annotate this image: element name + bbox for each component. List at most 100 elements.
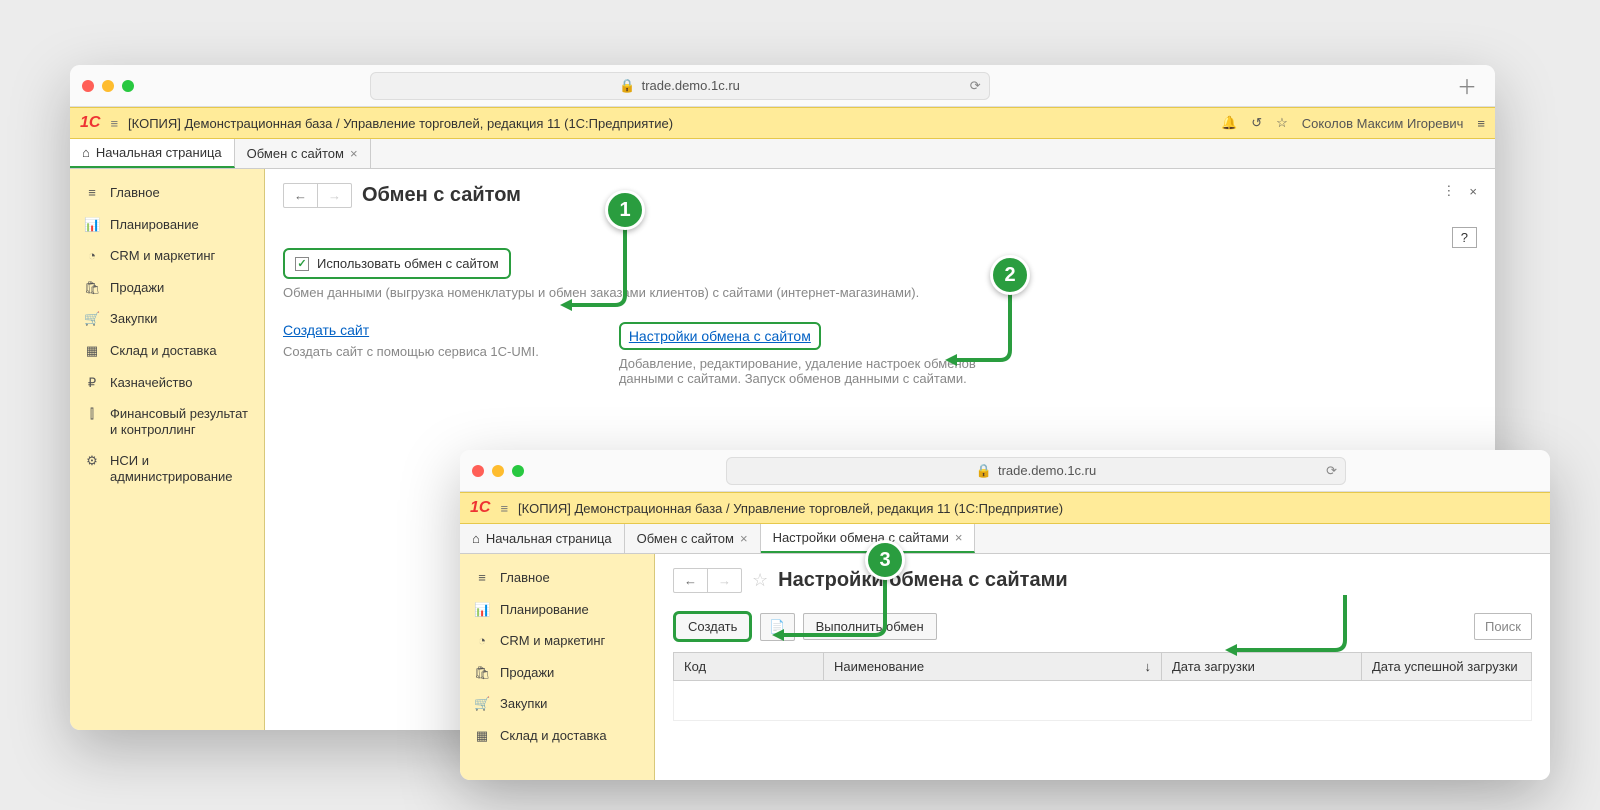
cart-icon: 🛒 — [474, 696, 490, 712]
tab-exchange-settings-label: Настройки обмена с сайтами — [773, 530, 949, 545]
url-text: trade.demo.1c.ru — [642, 78, 740, 93]
bag-icon: 🛍 — [84, 280, 100, 296]
sidebar-item-label: Казначейство — [110, 375, 192, 391]
col-success-date[interactable]: Дата успешной загрузки — [1361, 653, 1531, 680]
tab-home-label: Начальная страница — [486, 531, 612, 546]
sidebar-item-label: CRM и маркетинг — [500, 633, 605, 649]
more-icon[interactable]: ⋮ — [1442, 183, 1455, 199]
sidebar-item-purchase[interactable]: 🛒 Закупки — [70, 303, 264, 335]
sidebar-item-label: НСИ и администрирование — [110, 453, 250, 484]
bag-icon: 🛍 — [474, 665, 490, 681]
tab-home[interactable]: ⌂ Начальная страница — [70, 139, 235, 168]
tab-home-label: Начальная страница — [96, 145, 222, 160]
close-icon[interactable]: × — [740, 531, 748, 546]
pie-icon: ◔ — [84, 248, 100, 264]
help-button[interactable]: ? — [1452, 227, 1477, 248]
sidebar-item-finance[interactable]: ⫿Финансовый результат и контроллинг — [70, 398, 264, 445]
callout-arrow-1 — [560, 215, 700, 345]
tab-exchange[interactable]: Обмен с сайтом × — [625, 524, 761, 553]
url-bar[interactable]: 🔒 trade.demo.1c.ru ⟳ — [726, 457, 1346, 485]
sidebar: ≡Главное 📊Планирование ◔CRM и маркетинг … — [460, 554, 655, 780]
ruble-icon: ₽ — [84, 375, 100, 391]
checkbox-description: Обмен данными (выгрузка номенклатуры и о… — [283, 285, 1477, 300]
sidebar-item-sales[interactable]: 🛍Продажи — [70, 272, 264, 304]
sidebar-item-planning[interactable]: 📊 Планирование — [460, 594, 654, 626]
sidebar-item-warehouse[interactable]: ▦Склад и доставка — [70, 335, 264, 367]
lock-icon: 🔒 — [976, 463, 992, 479]
sidebar-item-main[interactable]: ≡ Главное — [70, 177, 264, 209]
close-dot[interactable] — [82, 80, 94, 92]
close-icon[interactable]: × — [955, 530, 963, 545]
gear-icon: ⚙ — [84, 453, 100, 469]
sidebar-item-label: Закупки — [500, 696, 547, 712]
tab-home[interactable]: ⌂ Начальная страница — [460, 524, 625, 553]
callout-badge-1: 1 — [605, 190, 645, 230]
callout-arrow-3-real — [1205, 580, 1355, 670]
sidebar-item-label: Главное — [110, 185, 160, 201]
sidebar-item-label: Склад и доставка — [110, 343, 217, 359]
y — [1200, 580, 1201, 581]
use-exchange-checkbox-row[interactable]: ✓ Использовать обмен с сайтом — [283, 248, 511, 279]
home-icon: ⌂ — [472, 531, 480, 546]
sort-icon: ↓ — [1145, 659, 1152, 674]
sidebar-item-label: Склад и доставка — [500, 728, 607, 744]
star-icon[interactable]: ☆ — [1276, 115, 1288, 131]
forward-icon[interactable]: → — [707, 569, 741, 592]
sidebar-item-label: Главное — [500, 570, 550, 586]
maximize-dot[interactable] — [122, 80, 134, 92]
menu-icon[interactable]: ≡ — [110, 116, 118, 131]
nav-buttons[interactable]: ← → — [283, 183, 352, 208]
sidebar-item-warehouse[interactable]: ▦Склад и доставка — [460, 720, 654, 752]
new-tab-button[interactable]: ＋ — [1451, 71, 1483, 100]
search-input[interactable]: Поиск — [1474, 613, 1532, 640]
sidebar-item-label: Продажи — [500, 665, 554, 681]
sidebar-item-main[interactable]: ≡Главное — [460, 562, 654, 594]
back-icon[interactable]: ← — [284, 184, 317, 207]
sidebar-item-treasury[interactable]: ₽ Казначейство — [70, 367, 264, 399]
sidebar-item-purchase[interactable]: 🛒 Закупки — [460, 688, 654, 720]
chart-icon: 📊 — [84, 217, 100, 233]
reload-icon[interactable]: ⟳ — [1326, 463, 1337, 479]
logo-1c-icon: 1С — [470, 499, 490, 517]
back-icon[interactable]: ← — [674, 569, 707, 592]
close-icon[interactable]: × — [350, 146, 358, 161]
create-button[interactable]: Создать — [673, 611, 752, 642]
user-name[interactable]: Соколов Максим Игоревич — [1302, 116, 1464, 131]
tab-exchange-label: Обмен с сайтом — [637, 531, 734, 546]
checkbox-checked-icon[interactable]: ✓ — [295, 257, 309, 271]
sidebar-item-crm[interactable]: ◔CRM и маркетинг — [70, 240, 264, 272]
nav-buttons[interactable]: ← → — [673, 568, 742, 593]
close-dot[interactable] — [472, 465, 484, 477]
checkbox-label: Использовать обмен с сайтом — [317, 256, 499, 271]
browser-chrome: 🔒 trade.demo.1c.ru ⟳ — [460, 450, 1550, 492]
create-site-link[interactable]: Создать сайт — [283, 322, 369, 338]
reload-icon[interactable]: ⟳ — [970, 78, 981, 94]
favorite-star-icon[interactable]: ☆ — [752, 570, 768, 591]
minimize-dot[interactable] — [102, 80, 114, 92]
cart-icon: 🛒 — [84, 311, 100, 327]
sidebar-item-label: Закупки — [110, 311, 157, 327]
logo-1c-icon: 1С — [80, 114, 100, 132]
filter-icon[interactable]: ≡ — [1477, 116, 1485, 131]
close-page-icon[interactable]: × — [1469, 184, 1477, 199]
callout-arrow-3-line — [770, 555, 930, 665]
url-bar[interactable]: 🔒 trade.demo.1c.ru ⟳ — [370, 72, 990, 100]
sidebar-item-label: Финансовый результат и контроллинг — [110, 406, 250, 437]
forward-icon[interactable]: → — [317, 184, 351, 207]
sidebar-item-sales[interactable]: 🛍 Продажи — [460, 657, 654, 689]
bell-icon[interactable]: 🔔 — [1221, 115, 1237, 131]
sidebar-item-crm[interactable]: ◔CRM и маркетинг — [460, 625, 654, 657]
tab-exchange[interactable]: Обмен с сайтом × — [235, 139, 371, 168]
history-icon[interactable]: ↺ — [1251, 115, 1262, 131]
tab-exchange-label: Обмен с сайтом — [247, 146, 344, 161]
chart-icon: 📊 — [474, 602, 490, 618]
minimize-dot[interactable] — [492, 465, 504, 477]
sidebar-item-planning[interactable]: 📊Планирование — [70, 209, 264, 241]
maximize-dot[interactable] — [512, 465, 524, 477]
sidebar-item-admin[interactable]: ⚙ НСИ и администрирование — [70, 445, 264, 492]
sidebar-item-label: Планирование — [500, 602, 589, 618]
list-icon: ≡ — [84, 185, 100, 201]
menu-icon[interactable]: ≡ — [500, 501, 508, 516]
page-title: Обмен с сайтом — [362, 184, 521, 207]
traffic-lights — [82, 80, 134, 92]
